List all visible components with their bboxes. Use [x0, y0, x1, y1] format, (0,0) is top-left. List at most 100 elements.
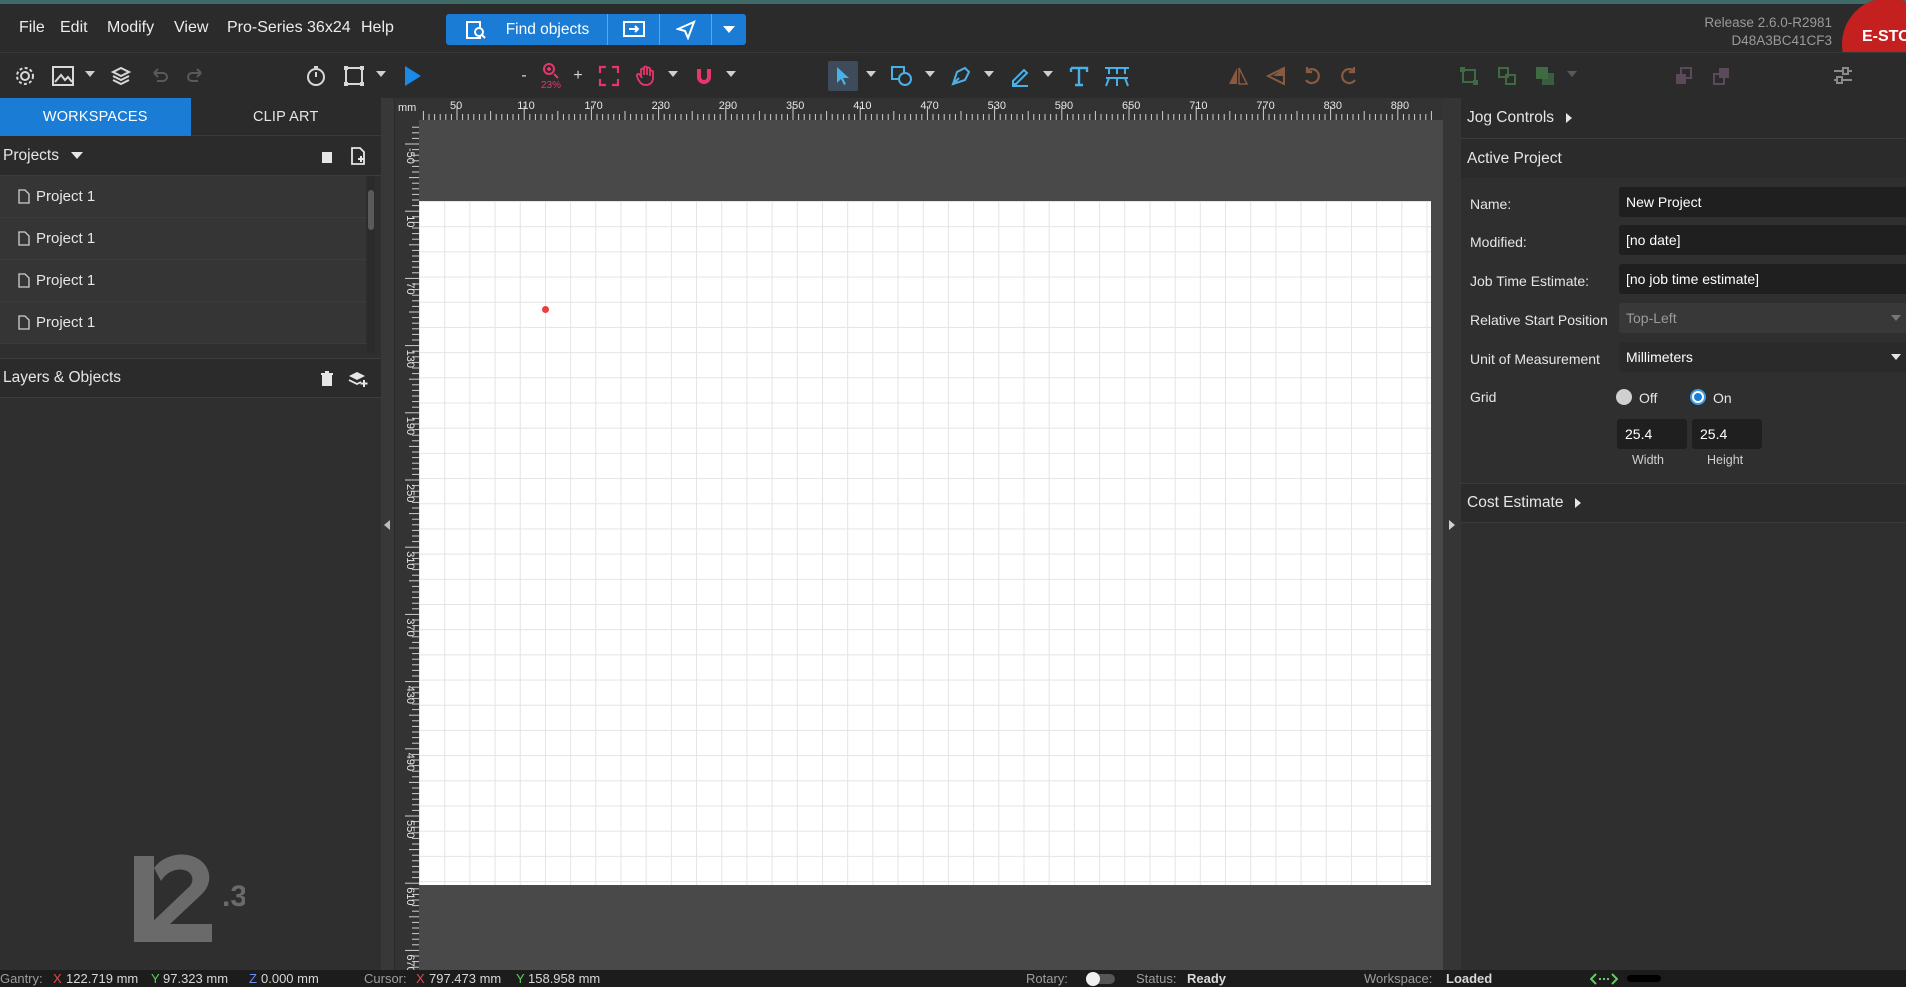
- modified-field[interactable]: [no date]: [1619, 225, 1906, 255]
- ungroup-button[interactable]: [1492, 61, 1522, 91]
- panel-toggle-button[interactable]: [1828, 61, 1858, 91]
- ruler-tick-label: 890: [1391, 100, 1409, 112]
- pan-dropdown-caret[interactable]: [668, 71, 678, 77]
- grid-width-input[interactable]: 25.4: [1617, 419, 1687, 449]
- settings-button[interactable]: [10, 61, 40, 91]
- group-button[interactable]: [1454, 61, 1484, 91]
- zoom-out-button[interactable]: -: [510, 61, 538, 91]
- grid-off-radio[interactable]: [1616, 389, 1632, 405]
- menu-view[interactable]: View: [174, 4, 208, 52]
- run-button[interactable]: [397, 61, 427, 91]
- combine-button[interactable]: [1530, 61, 1560, 91]
- left-panel-splitter[interactable]: [381, 98, 394, 970]
- trash-icon[interactable]: [318, 147, 336, 165]
- arrange-front-button[interactable]: [1707, 61, 1737, 91]
- trash-icon[interactable]: [318, 370, 336, 388]
- menu-edit[interactable]: Edit: [60, 4, 88, 52]
- menu-file[interactable]: File: [19, 4, 45, 52]
- timer-button[interactable]: [301, 61, 331, 91]
- modified-label: Modified:: [1470, 234, 1527, 250]
- select-dropdown-caret[interactable]: [866, 71, 876, 77]
- chevron-down-icon: [723, 26, 735, 33]
- menu-help[interactable]: Help: [361, 4, 394, 52]
- projects-dropdown-icon[interactable]: [71, 152, 83, 159]
- workspace-bed[interactable]: [419, 201, 1431, 885]
- pan-button[interactable]: [631, 61, 661, 91]
- image-dropdown-caret[interactable]: [85, 71, 95, 77]
- ruler-tick-label: 350: [786, 100, 804, 112]
- zoom-in-button[interactable]: +: [564, 61, 592, 91]
- snap-button[interactable]: [689, 61, 719, 91]
- find-dropdown-button[interactable]: [712, 14, 746, 45]
- frame-dropdown-caret[interactable]: [376, 71, 386, 77]
- find-objects-group: Find objects: [446, 14, 746, 45]
- project-name-input[interactable]: New Project: [1619, 187, 1906, 217]
- add-layer-icon[interactable]: [348, 370, 368, 388]
- zoom-level[interactable]: 23%: [537, 61, 565, 91]
- rotate-right-icon: [1341, 67, 1356, 85]
- grid-on-radio[interactable]: [1690, 389, 1706, 405]
- arrange-back-button[interactable]: [1669, 61, 1699, 91]
- zoom-fit-button[interactable]: [594, 61, 624, 91]
- ruler-tick-label: 190: [404, 417, 416, 435]
- find-objects-button[interactable]: Find objects: [446, 14, 608, 45]
- project-item-4[interactable]: Project 1: [0, 302, 366, 344]
- layers-button[interactable]: [106, 61, 136, 91]
- frame-button[interactable]: [339, 61, 369, 91]
- grid-off-label: Off: [1639, 390, 1658, 406]
- ruler-tick-label: 290: [719, 100, 737, 112]
- workspace-label: Workspace:: [1364, 971, 1433, 986]
- project-item-3[interactable]: Project 1: [0, 260, 366, 302]
- image-button[interactable]: [48, 61, 78, 91]
- pencil-icon: [1012, 68, 1029, 87]
- ruler-tick-label: 710: [1189, 100, 1207, 112]
- group-icon: [1460, 67, 1478, 85]
- image-icon: [52, 66, 74, 86]
- text-tool-button[interactable]: [1064, 61, 1094, 91]
- rotate-left-button[interactable]: [1297, 61, 1327, 91]
- project-item-1[interactable]: Project 1: [0, 176, 366, 218]
- jog-controls-header[interactable]: Jog Controls: [1461, 98, 1906, 138]
- grid-label: Grid: [1470, 389, 1497, 405]
- ruler-tick-label: 650: [1122, 100, 1140, 112]
- draw-tool-button[interactable]: [1005, 61, 1035, 91]
- new-file-icon[interactable]: [349, 147, 367, 165]
- shape-tool-button[interactable]: [887, 61, 917, 91]
- grid-height-input[interactable]: 25.4: [1692, 419, 1762, 449]
- undo-button[interactable]: [144, 61, 174, 91]
- tab-workspaces[interactable]: WORKSPACES: [0, 98, 191, 136]
- pen-dropdown-caret[interactable]: [984, 71, 994, 77]
- draw-dropdown-caret[interactable]: [1043, 71, 1053, 77]
- flip-v-button[interactable]: [1261, 61, 1291, 91]
- relative-start-select[interactable]: Top-Left: [1619, 303, 1906, 333]
- rotate-right-button[interactable]: [1334, 61, 1364, 91]
- select-tool-button[interactable]: [828, 61, 858, 91]
- job-time-field[interactable]: [no job time estimate]: [1619, 264, 1906, 294]
- project-item-2[interactable]: Project 1: [0, 218, 366, 260]
- redo-button[interactable]: [181, 61, 211, 91]
- pen-tool-button[interactable]: [946, 61, 976, 91]
- project-list-scrollbar[interactable]: [367, 176, 375, 353]
- tab-clip-art[interactable]: CLIP ART: [190, 98, 381, 136]
- relative-start-label: Relative Start Position: [1470, 312, 1608, 328]
- menu-machine[interactable]: Pro-Series 36x24: [227, 4, 351, 52]
- cost-estimate-header[interactable]: Cost Estimate: [1461, 483, 1906, 523]
- find-send-button[interactable]: [660, 14, 712, 45]
- snap-dropdown-caret[interactable]: [726, 71, 736, 77]
- flip-h-button[interactable]: [1223, 61, 1253, 91]
- scrollbar-thumb[interactable]: [368, 190, 374, 230]
- find-exchange-button[interactable]: [608, 14, 660, 45]
- rotary-toggle[interactable]: [1086, 972, 1115, 986]
- combine-dropdown-caret[interactable]: [1567, 71, 1577, 77]
- menu-modify[interactable]: Modify: [107, 4, 154, 52]
- ruler-tick-label: 170: [584, 100, 602, 112]
- trace-tool-button[interactable]: [1102, 61, 1132, 91]
- unit-select[interactable]: Millimeters: [1619, 342, 1906, 372]
- collapse-right-icon[interactable]: [1449, 520, 1455, 530]
- laser-position-marker: [542, 306, 549, 313]
- right-panel-splitter[interactable]: [1443, 98, 1461, 970]
- status-value: Ready: [1187, 971, 1227, 986]
- collapse-left-icon[interactable]: [384, 520, 390, 530]
- shape-dropdown-caret[interactable]: [925, 71, 935, 77]
- layers-icon: [110, 66, 132, 86]
